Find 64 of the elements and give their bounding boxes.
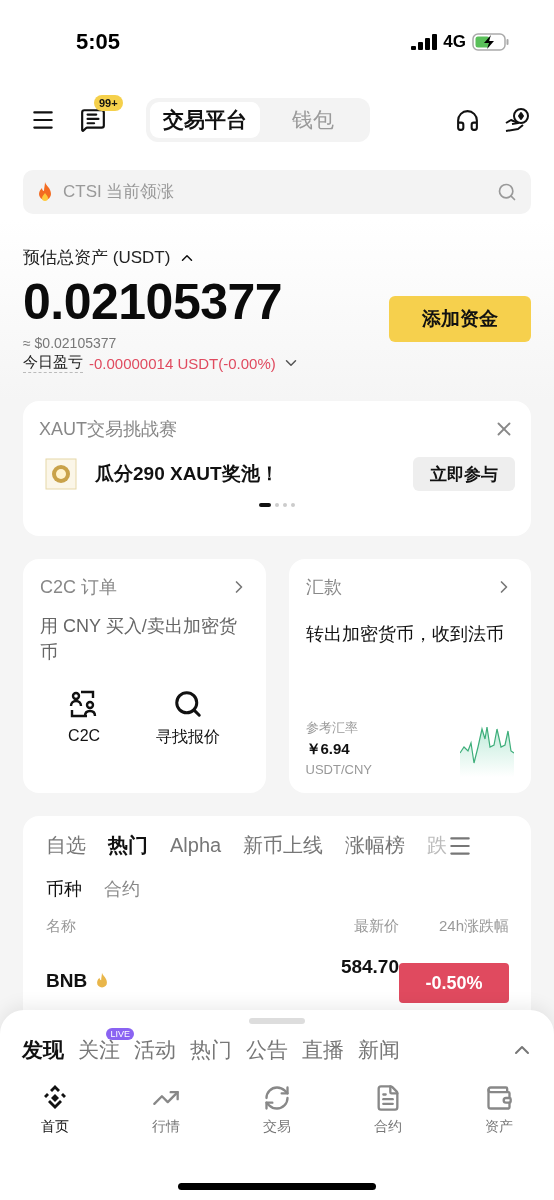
exchange-icon (263, 1084, 291, 1112)
nav-item[interactable]: 首页 (0, 1084, 111, 1136)
hand-gem-button[interactable] (504, 107, 530, 133)
sub-tab[interactable]: 币种 (46, 877, 82, 901)
hand-gem-icon (504, 107, 530, 133)
feed-tab[interactable]: 热门 (190, 1036, 232, 1064)
segment-tab[interactable]: 钱包 (260, 102, 366, 138)
wallet-icon (484, 1084, 513, 1112)
join-button[interactable]: 立即参与 (413, 457, 515, 491)
currency-pair: USDT/CNY (305, 762, 372, 777)
column-header: 最新价 (353, 917, 399, 936)
c2c-card[interactable]: C2C 订单 用 CNY 买入/卖出加密货币 C2C 寻找报价 (23, 559, 266, 793)
feed-tab[interactable]: 新闻 (358, 1036, 400, 1064)
feed-tab[interactable]: 公告 (246, 1036, 288, 1064)
market-tab[interactable]: 自选 (46, 832, 86, 859)
search-input[interactable]: CTSI 当前领涨 (61, 181, 491, 203)
signal-icon (411, 34, 438, 50)
network-label: 4G (443, 32, 466, 52)
approx-value: ≈ $0.02105377 (23, 335, 118, 351)
nav-item[interactable]: 行情 (110, 1084, 222, 1136)
last-price: 584.70 (339, 956, 399, 978)
remittance-card[interactable]: 汇款 转出加密货币，收到法币 参考汇率 ￥6.94 USDT/CNY (288, 559, 531, 793)
search-field[interactable]: CTSI 当前领涨 (23, 170, 531, 214)
card-title: C2C 订单 (40, 576, 117, 599)
exchange-rate: ￥6.94 (305, 740, 351, 759)
drag-handle[interactable] (249, 1018, 305, 1024)
notification-badge: 99+ (94, 95, 123, 111)
column-header: 24h涨跌幅 (437, 917, 509, 936)
shortcut-button[interactable]: C2C (68, 689, 101, 748)
feed-tab[interactable]: 活动 (134, 1036, 176, 1064)
market-tab[interactable]: 新币上线 (243, 832, 324, 859)
shortcut-button[interactable]: 寻找报价 (156, 689, 221, 748)
sub-tab[interactable]: 合约 (104, 877, 140, 901)
headset-button[interactable] (455, 107, 480, 133)
market-tab[interactable]: Alpha (170, 834, 222, 857)
rate-label: 参考汇率 (305, 719, 359, 737)
total-balance: 0.02105377 (23, 273, 284, 331)
feed-tab[interactable]: 直播 (302, 1036, 344, 1064)
add-funds-button[interactable]: 添加资金 (389, 296, 531, 342)
market-tab[interactable]: 涨幅榜 (345, 832, 406, 859)
promo-text: 瓜分290 XAUT奖池！ (95, 462, 280, 486)
assets-label: 预估总资产 (USDT) (23, 247, 171, 269)
status-time: 5:05 (76, 29, 121, 55)
search-icon (173, 689, 204, 719)
battery-icon (472, 33, 510, 51)
feed-tab[interactable]: 发现 (22, 1036, 64, 1064)
column-header: 名称 (46, 917, 77, 936)
coin-name: BNB (46, 970, 88, 992)
card-title: 汇款 (305, 576, 342, 599)
nav-item[interactable]: 交易 (221, 1084, 333, 1136)
messages-button[interactable] (80, 107, 106, 133)
promo-title: XAUT交易挑战赛 (39, 418, 177, 441)
segment-tab[interactable]: 交易平台 (150, 102, 260, 138)
pnl-label: 今日盈亏 (23, 353, 83, 373)
card-description: 转出加密货币，收到法币 (305, 623, 505, 646)
search-icon (497, 182, 517, 202)
live-badge: LIVE (106, 1028, 134, 1040)
nav-item[interactable]: 资产 (443, 1084, 554, 1136)
medal-icon (45, 458, 77, 490)
card-description: 用 CNY 买入/卖出加密货币 (40, 615, 238, 664)
change-badge: -0.50% (399, 963, 509, 1003)
market-tab[interactable]: 热门 (108, 832, 148, 859)
nav-item[interactable]: 合约 (332, 1084, 444, 1136)
pnl-value: -0.00000014 USDT(-0.00%) (89, 354, 276, 372)
